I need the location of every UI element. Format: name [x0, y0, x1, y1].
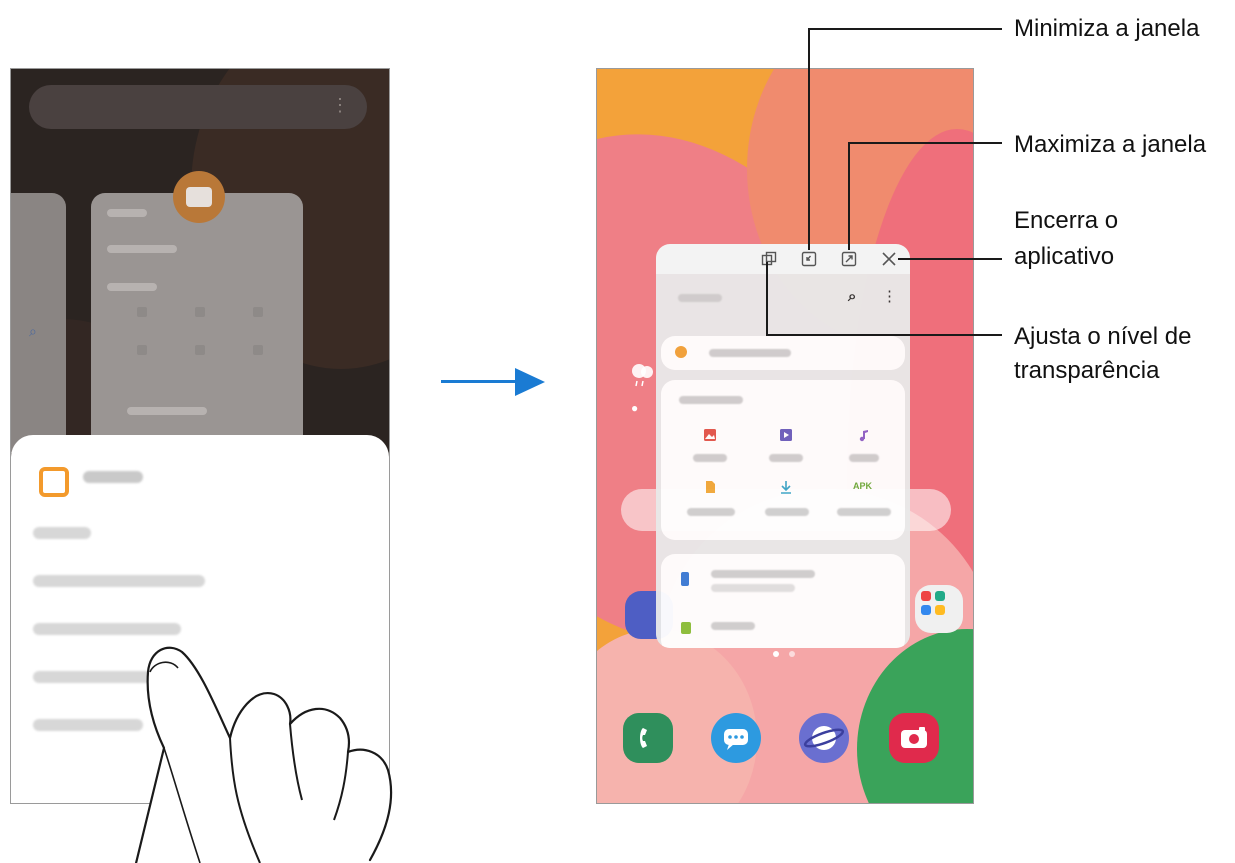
- dock-internet-app[interactable]: [799, 713, 849, 763]
- audio-label: [849, 454, 879, 462]
- location-icon: ●: [631, 401, 639, 415]
- recent-app-card-previous[interactable]: ⌕: [11, 193, 66, 453]
- documents-label: [687, 508, 735, 516]
- categories-title: [679, 396, 743, 404]
- videos-label: [769, 454, 803, 462]
- search-icon[interactable]: ⌕: [848, 288, 856, 305]
- dock-phone-app[interactable]: [623, 713, 673, 763]
- images-label: [693, 454, 727, 462]
- menu-item-app-info[interactable]: [33, 527, 91, 539]
- transition-arrow-head: [515, 368, 545, 396]
- callout-line-transparency: [766, 262, 768, 336]
- page-indicator-dot: [773, 651, 779, 657]
- callout-close-line2: aplicativo: [1014, 243, 1115, 270]
- installation-files-label: [837, 508, 891, 516]
- hand-illustration: [134, 646, 393, 863]
- callout-maximize: Maximiza a janela: [1014, 131, 1207, 158]
- search-icon: ⌕: [29, 323, 37, 339]
- close-icon: [882, 252, 896, 266]
- messages-icon: [724, 729, 748, 750]
- audio-icon[interactable]: [857, 428, 871, 442]
- pop-up-toolbar: [656, 244, 910, 274]
- camera-icon: [901, 727, 927, 748]
- sd-card-label: [711, 622, 755, 630]
- dock-camera-app[interactable]: [889, 713, 939, 763]
- dock-messages-app[interactable]: [711, 713, 761, 763]
- minimize-button[interactable]: [800, 250, 818, 268]
- callout-close-line1: Encerra o: [1014, 207, 1119, 234]
- callout-line-minimize: [808, 28, 1002, 30]
- internet-icon: [803, 726, 845, 750]
- apk-icon[interactable]: APK: [853, 481, 872, 491]
- weather-widget[interactable]: [627, 359, 657, 389]
- document-icon[interactable]: [703, 480, 717, 494]
- my-files-icon: [39, 467, 69, 497]
- callout-line-close: [898, 258, 1002, 260]
- video-icon[interactable]: [779, 428, 793, 442]
- app-name-label: [83, 471, 143, 483]
- callout-line-maximize: [848, 142, 1002, 144]
- callout-line-maximize: [848, 142, 850, 250]
- callout-transparency-line1: Ajusta o nível de: [1014, 323, 1192, 350]
- recent-app-card-my-files[interactable]: [91, 193, 303, 453]
- my-files-title: [678, 294, 722, 302]
- transparency-icon: [761, 251, 777, 266]
- clock-icon: [675, 346, 687, 358]
- callout-line-transparency: [766, 334, 1002, 336]
- close-button[interactable]: [880, 250, 898, 268]
- minimize-icon: [801, 251, 817, 267]
- storage-card: [661, 554, 905, 648]
- pop-up-window[interactable]: ⌕ ⋮ APK: [656, 244, 910, 648]
- transition-arrow: [441, 380, 519, 383]
- google-folder-icon[interactable]: [915, 585, 963, 633]
- downloads-label: [765, 508, 809, 516]
- maximize-icon: [841, 251, 857, 267]
- image-icon[interactable]: [703, 428, 717, 442]
- callout-transparency-line2: transparência: [1014, 357, 1160, 384]
- recents-search-bar[interactable]: ⋮: [29, 85, 367, 129]
- transparency-button[interactable]: [760, 250, 778, 268]
- callout-minimize: Minimiza a janela: [1014, 15, 1200, 42]
- menu-item-open-split-screen[interactable]: [33, 575, 205, 587]
- phone-icon: [640, 728, 647, 748]
- more-options-icon[interactable]: ⋮: [882, 287, 897, 305]
- more-options-icon[interactable]: ⋮: [331, 95, 349, 116]
- download-icon[interactable]: [779, 480, 793, 494]
- callout-line-minimize: [808, 28, 810, 250]
- page-indicator-dot: [789, 651, 795, 657]
- my-files-content: ⌕ ⋮ APK: [656, 274, 910, 648]
- sd-card-icon[interactable]: [681, 622, 691, 634]
- internal-storage-usage: [711, 584, 795, 592]
- recent-files-card[interactable]: [661, 336, 905, 370]
- internal-storage-label: [711, 570, 815, 578]
- maximize-button[interactable]: [840, 250, 858, 268]
- recent-files-label: [709, 349, 791, 357]
- categories-card: APK: [661, 380, 905, 540]
- weather-cloud-icon: [632, 364, 653, 387]
- internal-storage-icon[interactable]: [681, 572, 689, 586]
- my-files-app-icon: [173, 171, 225, 223]
